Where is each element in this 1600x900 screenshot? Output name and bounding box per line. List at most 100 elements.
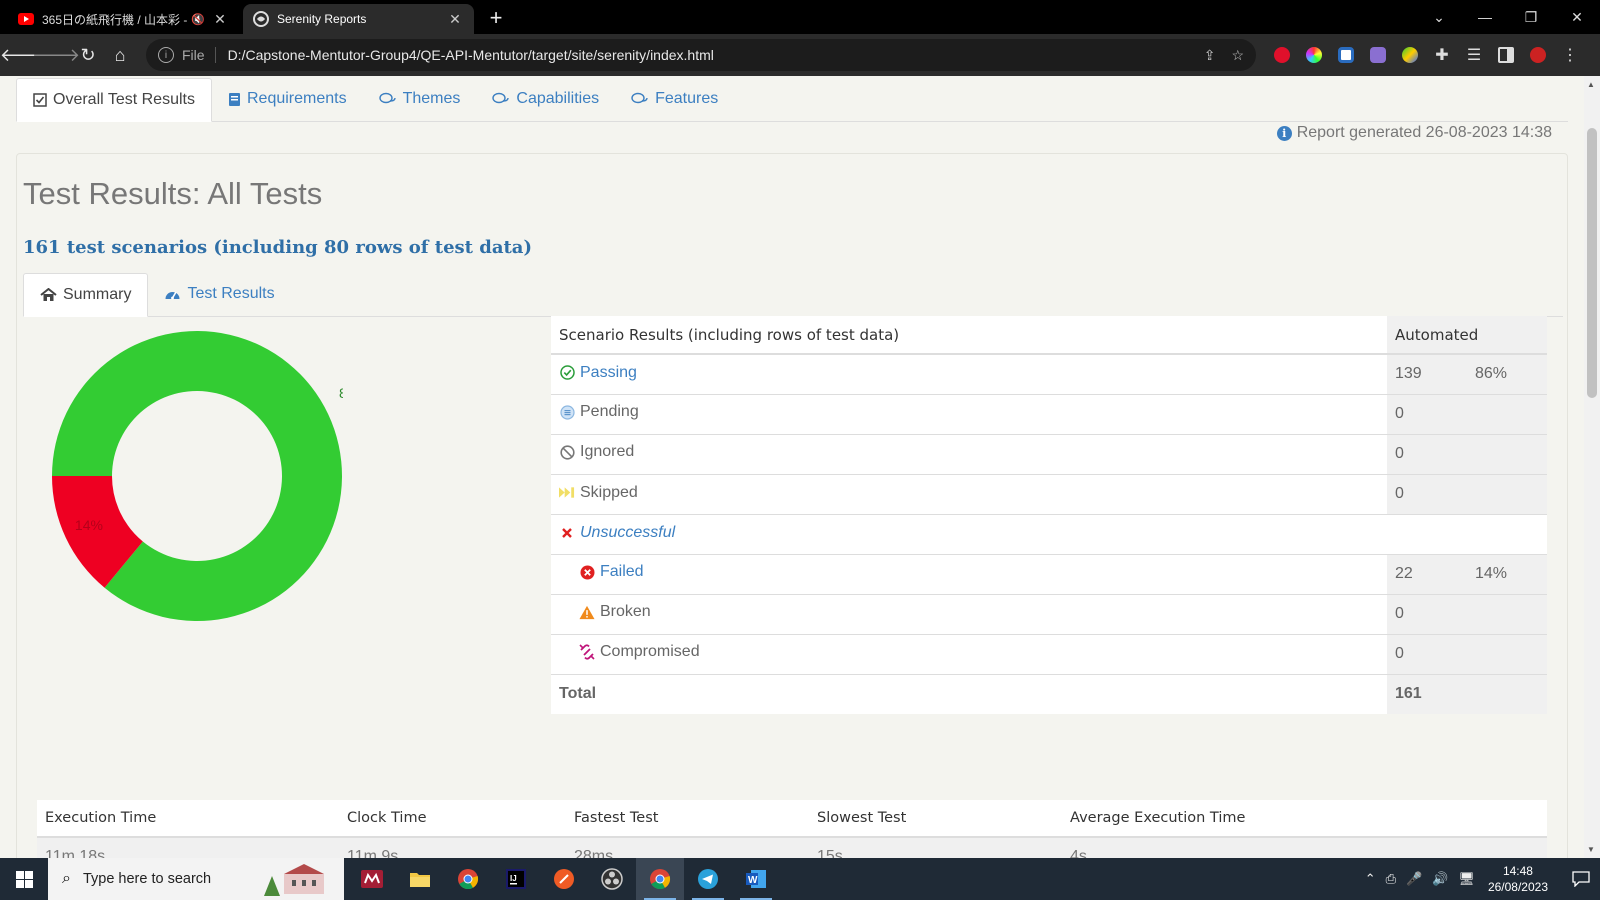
- intellij-icon[interactable]: IJ: [492, 858, 540, 900]
- chrome-icon[interactable]: [444, 858, 492, 900]
- check-square-icon: [33, 93, 47, 107]
- passing-percent: 86%: [1467, 353, 1547, 394]
- slowest-test-value: 15s: [809, 837, 1062, 858]
- volume-icon[interactable]: 🔊: [1432, 871, 1448, 887]
- postman-icon[interactable]: [540, 858, 588, 900]
- network-icon[interactable]: 🖥: [1458, 871, 1475, 887]
- tab-capabilities[interactable]: Capabilities: [476, 77, 615, 121]
- close-icon[interactable]: ✕: [446, 10, 464, 28]
- taskbar-apps: IJ W: [348, 858, 780, 900]
- purple-extension-icon[interactable]: [1362, 39, 1394, 71]
- scenario-results-table: Scenario Results (including rows of test…: [551, 316, 1547, 714]
- forward-button[interactable]: 🡒: [32, 39, 80, 71]
- close-icon[interactable]: ✕: [211, 10, 229, 28]
- color-extension-icon[interactable]: [1298, 39, 1330, 71]
- tab-test-results[interactable]: Test Results: [148, 272, 290, 316]
- chevron-up-icon[interactable]: ⌃: [1365, 871, 1376, 887]
- search-placeholder: Type here to search: [82, 871, 212, 887]
- tab-label: Summary: [63, 286, 132, 303]
- table-row-passing: Passing 139 86%: [551, 353, 1547, 394]
- chrome-active-icon[interactable]: [636, 858, 684, 900]
- obs-icon[interactable]: [588, 858, 636, 900]
- info-icon[interactable]: i: [158, 47, 174, 63]
- table-row-failed: Failed 22 14%: [551, 553, 1547, 594]
- tab-features[interactable]: Features: [615, 77, 734, 121]
- reading-list-icon[interactable]: ☰: [1458, 39, 1490, 71]
- green-extension-icon[interactable]: [1394, 39, 1426, 71]
- word-icon[interactable]: W: [732, 858, 780, 900]
- execution-time-value: 11m 18s: [37, 837, 339, 858]
- tab-label: Requirements: [246, 90, 347, 107]
- extensions-bar: ✚ ☰ ⋮: [1266, 39, 1586, 71]
- url-text[interactable]: D:/Capstone-Mentutor-Group4/QE-API-Mentu…: [228, 47, 1188, 63]
- pending-percent: [1467, 393, 1547, 434]
- times-circle-icon: [579, 564, 595, 580]
- mendeley-icon[interactable]: [348, 858, 396, 900]
- page-scrollbar[interactable]: ▲ ▼: [1584, 76, 1600, 858]
- browser-tab-title: 365日の紙飛行機 / 山本彩 - Y: [42, 12, 192, 27]
- share-icon[interactable]: ⇪: [1204, 47, 1216, 64]
- minimize-button[interactable]: —: [1462, 0, 1508, 34]
- speaker-mute-icon[interactable]: 🔇: [191, 13, 205, 26]
- browser-tabstrip: 365日の紙飛行機 / 山本彩 - Y 🔇 ✕ Serenity Reports…: [0, 0, 1600, 34]
- table-row-skipped: Skipped 0: [551, 473, 1547, 514]
- meet-now-icon[interactable]: ⎙: [1386, 871, 1396, 887]
- home-button[interactable]: ⌂: [104, 39, 136, 71]
- side-panel-icon[interactable]: [1490, 39, 1522, 71]
- broken-percent: [1467, 593, 1547, 634]
- taskbar-clock[interactable]: 14:48 26/08/2023: [1488, 863, 1548, 895]
- avatar[interactable]: [1522, 39, 1554, 71]
- telegram-icon[interactable]: [684, 858, 732, 900]
- unsuccessful-link[interactable]: Unsuccessful: [580, 524, 675, 542]
- window-controls: ⌄ — ❐ ✕: [1416, 0, 1600, 34]
- youtube-icon: [18, 11, 34, 27]
- dashboard-icon: [164, 287, 181, 301]
- fastest-test-value: 28ms: [566, 837, 809, 858]
- clock-time-value: 11m 9s: [339, 837, 566, 858]
- passing-link[interactable]: Passing: [580, 364, 637, 382]
- microphone-icon[interactable]: 🎤: [1406, 871, 1422, 887]
- book-icon: [228, 92, 241, 107]
- scroll-up-arrow[interactable]: ▲: [1587, 80, 1595, 89]
- new-tab-button[interactable]: +: [482, 4, 510, 32]
- broken-count: 0: [1387, 593, 1467, 634]
- table-row-ignored: Ignored 0: [551, 433, 1547, 474]
- browser-tab-youtube[interactable]: 365日の紙飛行機 / 山本彩 - Y 🔇 ✕: [8, 4, 239, 34]
- table-row-broken: Broken 0: [551, 593, 1547, 634]
- gear-extension-icon[interactable]: [1330, 39, 1362, 71]
- tab-requirements[interactable]: Requirements: [212, 77, 363, 121]
- scroll-down-arrow[interactable]: ▼: [1587, 845, 1595, 854]
- browser-tab-serenity[interactable]: Serenity Reports ✕: [243, 4, 474, 34]
- address-bar[interactable]: i File D:/Capstone-Mentutor-Group4/QE-AP…: [146, 39, 1256, 71]
- adblock-extension-icon[interactable]: [1266, 39, 1298, 71]
- warning-icon: [579, 604, 595, 620]
- failed-link[interactable]: Failed: [600, 563, 644, 581]
- tab-overall-test-results[interactable]: Overall Test Results: [16, 78, 212, 122]
- timing-header-row: Execution Time Clock Time Fastest Test S…: [37, 800, 1547, 838]
- scenario-count: 161 test scenarios (including 80 rows of…: [23, 237, 532, 258]
- skipped-count: 0: [1387, 473, 1467, 514]
- fastest-test-header: Fastest Test: [566, 800, 809, 838]
- puzzle-icon[interactable]: ✚: [1426, 39, 1458, 71]
- table-row-total: Total 161: [551, 673, 1547, 714]
- notification-icon[interactable]: [1562, 858, 1600, 900]
- windows-start-icon[interactable]: [0, 858, 48, 900]
- taskbar-search-input[interactable]: ⌕ Type here to search: [48, 858, 344, 900]
- search-highlight-illustration: [264, 864, 324, 896]
- bookmark-star-icon[interactable]: ☆: [1231, 47, 1244, 64]
- tab-summary[interactable]: Summary: [23, 273, 149, 317]
- automated-header: Automated: [1387, 316, 1547, 355]
- reload-button[interactable]: ↻: [72, 39, 104, 71]
- total-count: 161: [1387, 673, 1547, 714]
- file-explorer-icon[interactable]: [396, 858, 444, 900]
- ignored-count: 0: [1387, 433, 1467, 474]
- tab-search-icon[interactable]: ⌄: [1416, 0, 1462, 34]
- chain-broken-icon: [579, 644, 595, 660]
- scrollbar-thumb[interactable]: [1587, 128, 1597, 398]
- kebab-menu-icon[interactable]: ⋮: [1554, 39, 1586, 71]
- failed-count: 22: [1387, 553, 1467, 594]
- restore-button[interactable]: ❐: [1508, 0, 1554, 34]
- tab-label: Features: [655, 90, 719, 107]
- tab-themes[interactable]: Themes: [363, 77, 477, 121]
- close-window-button[interactable]: ✕: [1554, 0, 1600, 34]
